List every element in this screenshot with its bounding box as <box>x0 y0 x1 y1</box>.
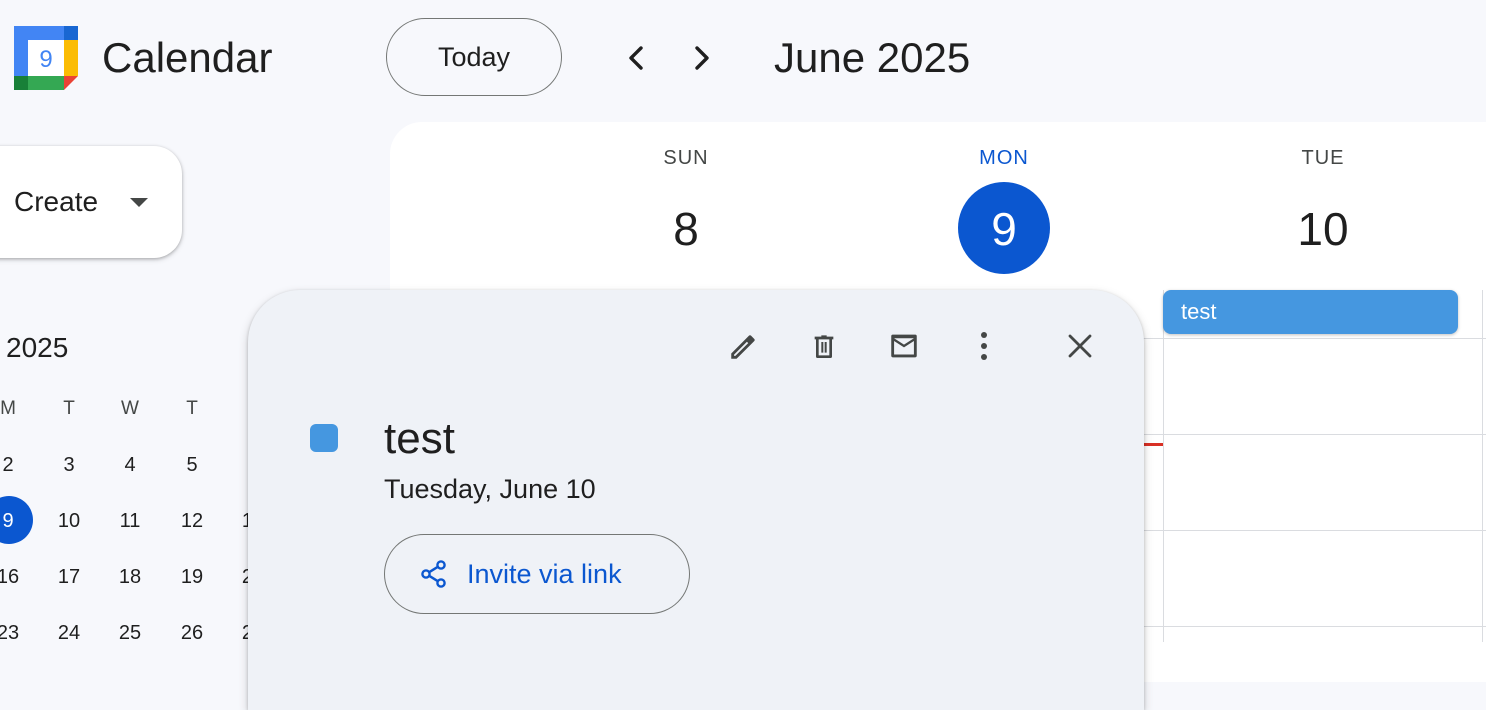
grid-line <box>1142 434 1486 435</box>
invite-via-link-button[interactable]: Invite via link <box>384 534 690 614</box>
mini-weekday-header: T <box>186 398 198 419</box>
previous-period-button[interactable] <box>618 38 656 78</box>
caret-down-icon[interactable] <box>130 198 148 208</box>
more-vert-icon <box>981 332 987 360</box>
mini-calendar-day[interactable]: 2 <box>0 454 28 477</box>
mini-weekday-header: M <box>0 398 16 419</box>
mini-calendar-title: 2025 <box>6 332 69 363</box>
next-period-button[interactable] <box>682 38 720 78</box>
mini-calendar-day[interactable]: 4 <box>110 454 150 477</box>
day-header-number[interactable]: 8 <box>626 202 746 256</box>
chevron-right-icon <box>695 46 709 70</box>
day-header-name-today: MON <box>979 147 1029 169</box>
email-guests-button[interactable] <box>880 322 928 370</box>
current-month-title: June 2025 <box>774 34 971 81</box>
chevron-left-icon <box>629 46 643 70</box>
mini-calendar-day[interactable]: 18 <box>110 566 150 589</box>
day-header-number[interactable]: 10 <box>1263 202 1383 256</box>
mini-calendar-day[interactable]: 3 <box>49 454 89 477</box>
grid-line <box>1142 530 1486 531</box>
invite-via-link-label: Invite via link <box>467 558 622 589</box>
mini-calendar-day[interactable]: 19 <box>172 566 212 589</box>
close-popup-button[interactable] <box>1056 322 1104 370</box>
app-title: Calendar <box>102 34 273 81</box>
mini-calendar-day-selected[interactable]: 9 <box>0 510 28 533</box>
current-time-indicator <box>1142 443 1163 446</box>
day-header-name: SUN <box>663 147 709 169</box>
mini-calendar-day[interactable]: 11 <box>110 510 150 533</box>
event-date: Tuesday, June 10 <box>384 474 596 504</box>
edit-event-button[interactable] <box>720 322 768 370</box>
create-button[interactable]: Create <box>0 146 182 258</box>
grid-line <box>1163 290 1164 642</box>
logo-number: 9 <box>39 46 52 73</box>
trash-icon <box>814 335 834 358</box>
day-header-name: TUE <box>1301 147 1345 169</box>
mini-calendar-day[interactable]: 16 <box>0 566 28 589</box>
grid-line <box>1142 338 1486 339</box>
grid-line <box>1482 290 1483 642</box>
event-title: test <box>384 414 455 463</box>
event-chip-title: test <box>1181 299 1217 324</box>
event-color-swatch <box>310 424 338 452</box>
mini-calendar-day[interactable]: 17 <box>49 566 89 589</box>
delete-event-button[interactable] <box>800 322 848 370</box>
mini-calendar-day[interactable]: 12 <box>172 510 212 533</box>
calendar-logo-icon: 9 <box>14 26 78 90</box>
today-button[interactable]: Today <box>386 18 562 96</box>
day-header-number-today[interactable]: 9 <box>944 202 1064 256</box>
close-icon <box>1068 334 1092 358</box>
today-button-label: Today <box>437 41 511 72</box>
pencil-icon <box>731 335 755 359</box>
event-details-popup: test Tuesday, June 10 Invite via link <box>248 290 1144 710</box>
create-button-label: Create <box>14 186 99 217</box>
mini-weekday-header: W <box>121 398 139 419</box>
mini-weekday-header: T <box>63 398 75 419</box>
mini-calendar-day[interactable]: 5 <box>172 454 212 477</box>
share-icon <box>421 560 446 588</box>
mail-icon <box>891 334 917 358</box>
grid-line <box>1142 626 1486 627</box>
more-options-button[interactable] <box>960 322 1008 370</box>
event-chip[interactable]: test <box>1163 290 1458 334</box>
mini-calendar-day[interactable]: 10 <box>49 510 89 533</box>
